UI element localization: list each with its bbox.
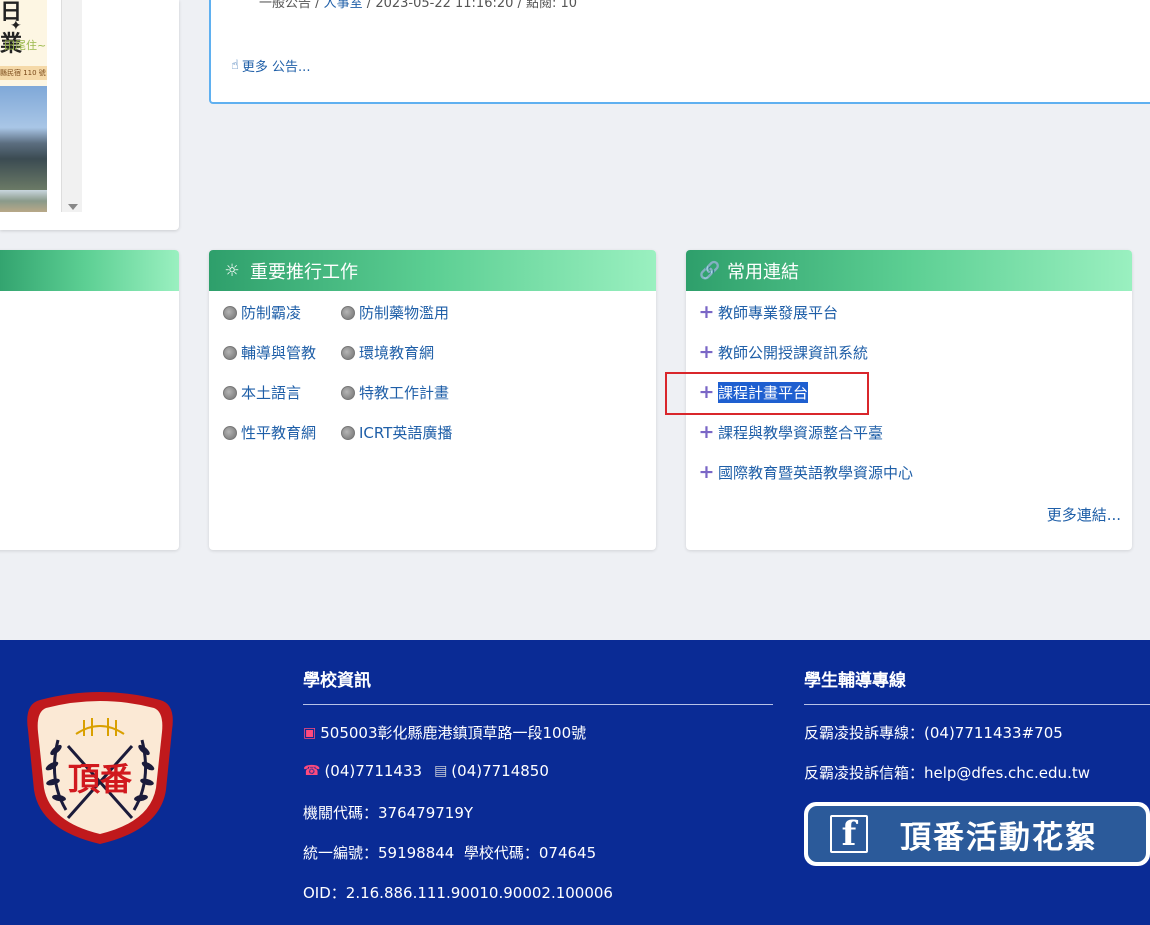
work-item-local-language[interactable]: 本土語言 [223, 382, 301, 403]
svg-text:頂番: 頂番 [68, 760, 133, 798]
facebook-icon: f [830, 815, 868, 853]
work-item-label: 輔導與管教 [241, 344, 317, 362]
announcement-meta: 一般公告 / 人事室 / 2023-05-22 11:16:20 / 點閱: 1… [259, 0, 577, 11]
poster-band: 縣民宿 110 號 [0, 66, 47, 80]
school-phone-fax: ☎ (04)7711433 ▤ (04)7714850 [303, 762, 549, 780]
anti-bullying-email: 反霸凌投訴信箱：help@dfes.chc.edu.tw [804, 764, 1090, 782]
address-text: 505003彰化縣鹿港鎮頂草路一段100號 [320, 724, 587, 742]
announcement-card: 一般公告 / 人事室 / 2023-05-22 11:16:20 / 點閱: 1… [209, 0, 1150, 104]
work-item-label: 防制藥物濫用 [359, 304, 450, 322]
plus-icon: + [698, 341, 715, 363]
more-announcements-link[interactable]: ☝ 更多 公告... [231, 56, 310, 75]
facebook-activities-banner[interactable]: f 頂番活動花絮 [804, 802, 1150, 866]
work-item-anti-bullying[interactable]: 防制霸凌 [223, 302, 301, 323]
counseling-title: 學生輔導專線 [804, 671, 906, 691]
radio-bullet-icon [223, 305, 237, 320]
left-panel [0, 250, 179, 550]
common-links-title: 常用連結 [727, 261, 799, 283]
link-icon: 🔗 [699, 260, 721, 281]
work-item-label: 本土語言 [241, 384, 302, 402]
work-item-label: 防制霸凌 [241, 304, 302, 322]
agency-code: 機關代碼：376479719Y [303, 804, 474, 822]
poster-scrollbar[interactable] [61, 0, 82, 212]
radio-bullet-icon [341, 385, 355, 400]
plus-icon: + [698, 461, 715, 483]
link-curriculum-plan-platform[interactable]: + 課程計畫平台 [698, 381, 809, 403]
more-links-link[interactable]: 更多連結... [1047, 504, 1121, 525]
school-address: ▣ 505003彰化縣鹿港鎮頂草路一段100號 [303, 722, 586, 743]
work-item-counseling[interactable]: 輔導與管教 [223, 342, 316, 363]
work-item-special-ed[interactable]: 特教工作計畫 [341, 382, 449, 403]
scroll-down-arrow-icon[interactable] [68, 204, 78, 210]
more-announcements-label: 更多 公告... [241, 60, 311, 75]
school-oid: OID：2.16.886.111.90010.90002.100006 [303, 884, 613, 902]
link-curriculum-resources[interactable]: + 課程與教學資源整合平臺 [698, 422, 883, 443]
sun-icon: ☼ [224, 260, 240, 281]
poster-star: ✦ [10, 18, 22, 34]
poster-image[interactable]: 日 業 ✦ 田尾住~ 縣民宿 110 號 [0, 0, 47, 212]
announcement-dept-link[interactable]: 人事室 [324, 0, 363, 11]
school-info-divider [303, 704, 773, 705]
work-item-gender-equity[interactable]: 性平教育網 [223, 422, 316, 443]
school-logo: 頂番 [27, 692, 173, 844]
left-panel-header [0, 250, 179, 291]
important-work-header: ☼ 重要推行工作 [209, 250, 656, 291]
poster-photo [0, 86, 47, 190]
announcement-category: 一般公告 / [259, 0, 324, 11]
work-item-icrt[interactable]: ICRT英語廣播 [341, 422, 452, 443]
important-work-title: 重要推行工作 [250, 261, 358, 283]
radio-bullet-icon [223, 425, 237, 440]
work-item-label: ICRT英語廣播 [359, 424, 453, 442]
anti-bullying-hotline: 反霸凌投訴專線：(04)7711433#705 [804, 724, 1063, 742]
phone-text: (04)7711433 [324, 762, 423, 780]
poster-card: 日 業 ✦ 田尾住~ 縣民宿 110 號 [0, 0, 179, 230]
radio-bullet-icon [341, 345, 355, 360]
counseling-divider [804, 704, 1150, 705]
radio-bullet-icon [223, 385, 237, 400]
link-teacher-development[interactable]: + 教師專業發展平台 [698, 302, 838, 323]
announcement-date-views: / 2023-05-22 11:16:20 / 點閱: 10 [362, 0, 578, 11]
poster-photo-bottom [0, 190, 47, 212]
link-label: 教師公開授課資訊系統 [718, 344, 869, 362]
fax-text: (04)7714850 [451, 762, 549, 780]
link-label: 課程計畫平台 [718, 382, 809, 403]
facebook-banner-inner: f 頂番活動花絮 [808, 806, 1146, 862]
link-label: 教師專業發展平台 [718, 304, 839, 322]
work-item-drug-abuse[interactable]: 防制藥物濫用 [341, 302, 449, 323]
plus-icon: + [698, 301, 715, 323]
work-item-environment[interactable]: 環境教育網 [341, 342, 434, 363]
radio-bullet-icon [341, 425, 355, 440]
plus-icon: + [698, 381, 715, 403]
pointing-hand-icon: ☝ [231, 58, 239, 73]
link-open-class-system[interactable]: + 教師公開授課資訊系統 [698, 342, 868, 363]
school-info-title: 學校資訊 [303, 671, 371, 691]
link-label: 國際教育暨英語教學資源中心 [718, 464, 914, 482]
location-icon: ▣ [303, 724, 317, 741]
fax-icon: ▤ [434, 763, 448, 779]
work-item-label: 特教工作計畫 [359, 384, 450, 402]
facebook-banner-label: 頂番活動花絮 [900, 819, 1098, 856]
radio-bullet-icon [223, 345, 237, 360]
link-international-education[interactable]: + 國際教育暨英語教學資源中心 [698, 462, 913, 483]
phone-icon: ☎ [303, 763, 321, 779]
work-item-label: 性平教育網 [241, 424, 317, 442]
link-label: 課程與教學資源整合平臺 [718, 424, 884, 442]
school-ids: 統一編號：59198844 學校代碼：074645 [303, 844, 597, 862]
work-item-label: 環境教育網 [359, 344, 435, 362]
poster-subtitle: 田尾住~ [4, 39, 47, 52]
footer: 頂番 學校資訊 ▣ 505003彰化縣鹿港鎮頂草路一段100號 ☎ (04)77… [0, 640, 1150, 925]
plus-icon: + [698, 421, 715, 443]
important-work-panel: ☼ 重要推行工作 防制霸凌 防制藥物濫用 輔導與管教 環境教育網 本土語言 特教… [209, 250, 656, 550]
common-links-header: 🔗 常用連結 [686, 250, 1132, 291]
radio-bullet-icon [341, 305, 355, 320]
common-links-panel: 🔗 常用連結 + 教師專業發展平台 + 教師公開授課資訊系統 + 課程計畫平台 + 課程… [686, 250, 1132, 550]
